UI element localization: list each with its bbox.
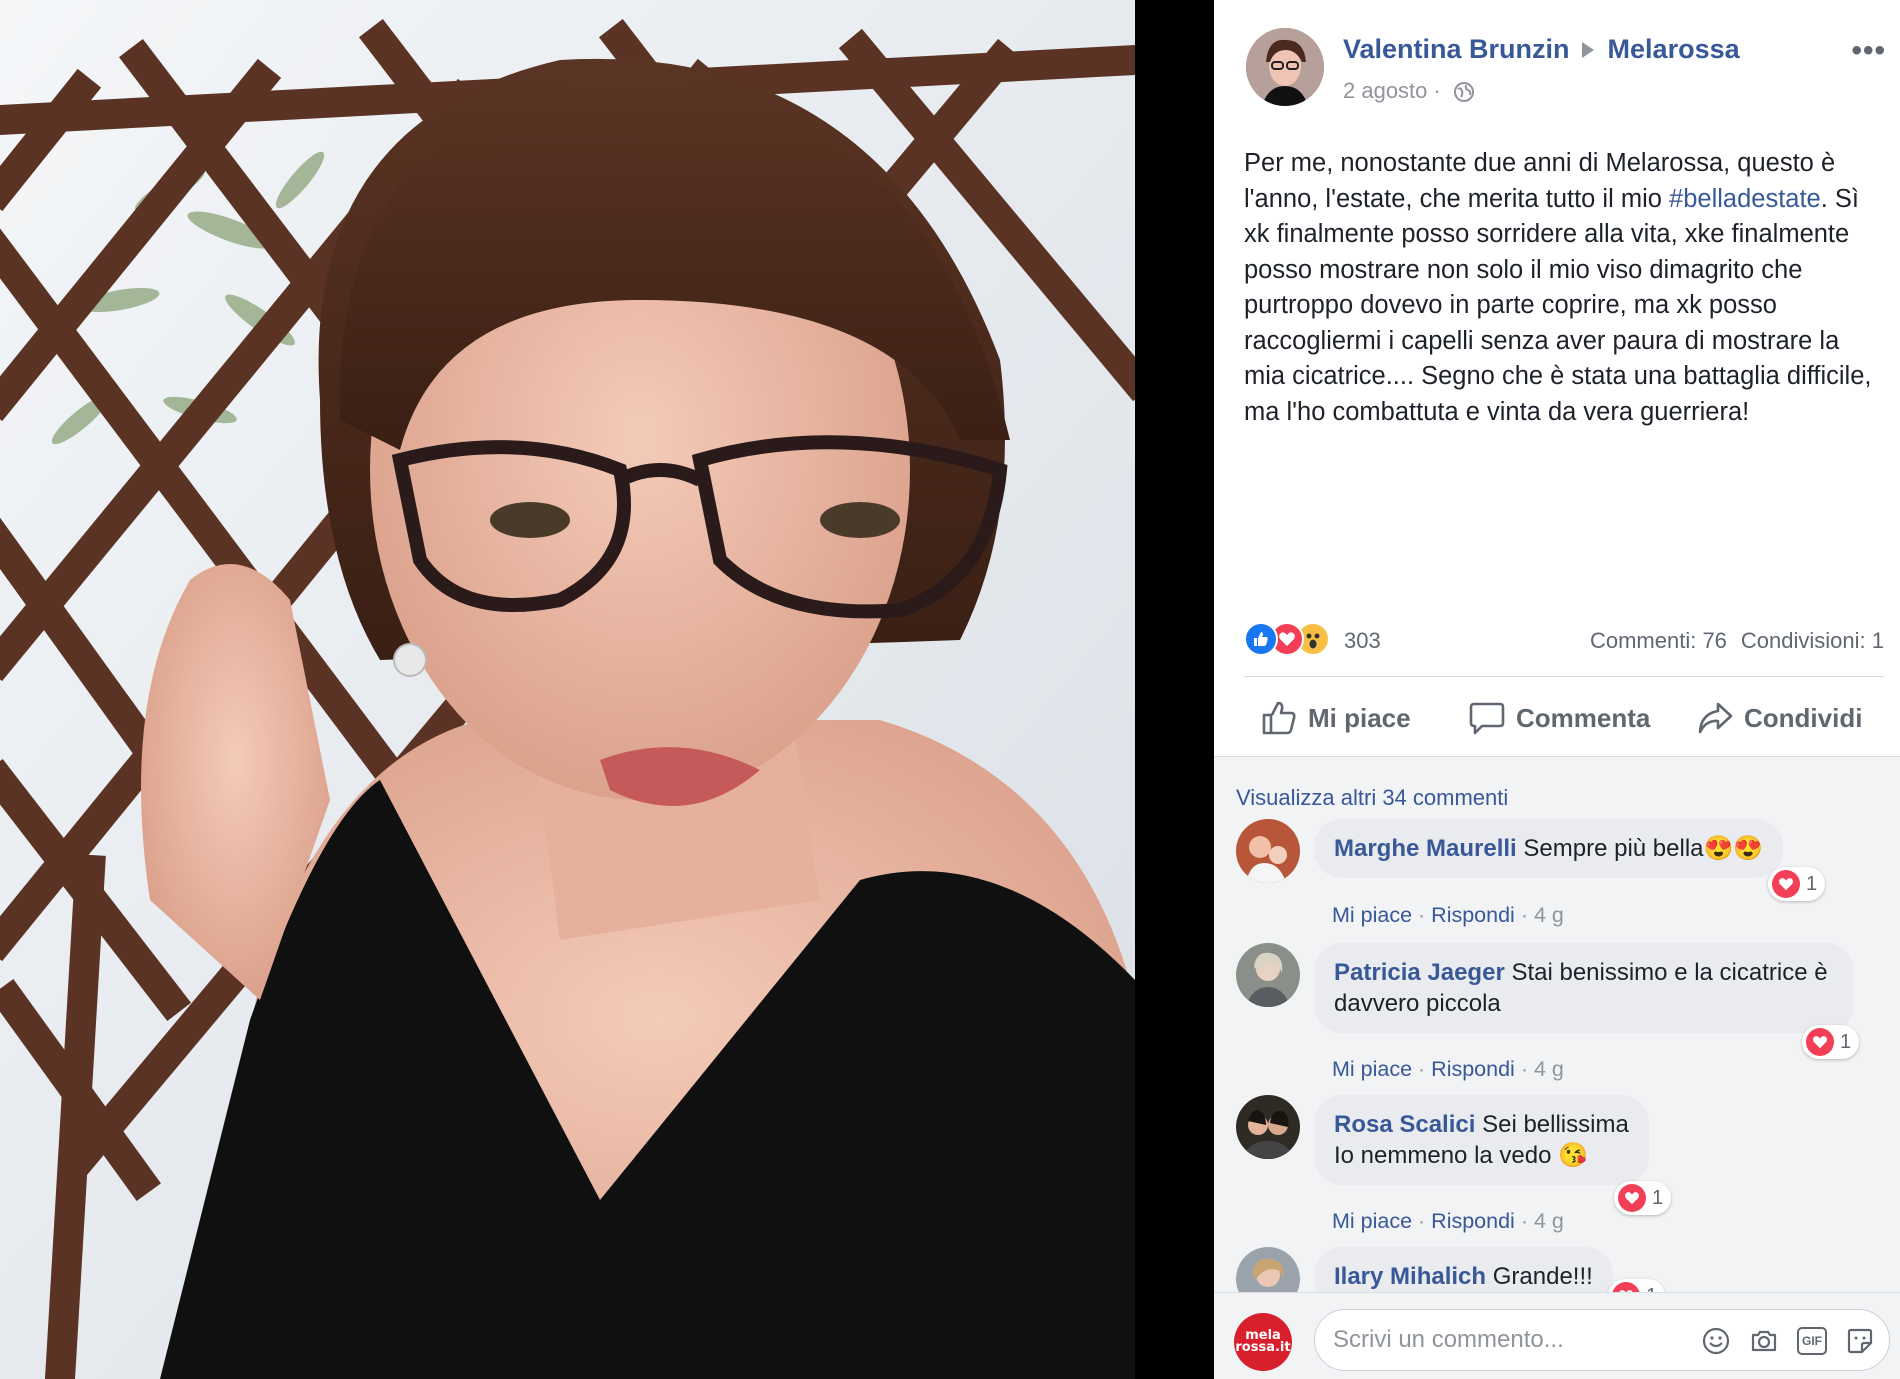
comment-bubble: Ilary Mihalich Grande!!! bbox=[1314, 1247, 1613, 1292]
heart-icon bbox=[1772, 870, 1800, 898]
commenter-name[interactable]: Rosa Scalici bbox=[1334, 1111, 1475, 1138]
kiss-emoji: 😘 bbox=[1558, 1142, 1589, 1169]
comment-text-line-2: Io nemmeno la vedo bbox=[1334, 1142, 1552, 1169]
comment-bubble: Marghe Maurelli Sempre più bella😍😍 bbox=[1314, 819, 1784, 878]
camera-icon bbox=[1751, 1330, 1777, 1352]
commenter-avatar[interactable] bbox=[1236, 1247, 1300, 1292]
commenter-avatar[interactable] bbox=[1236, 1095, 1300, 1159]
emoji-button[interactable] bbox=[1699, 1324, 1733, 1358]
comment-bubble: Patricia Jaeger Stai benissimo e la cica… bbox=[1314, 943, 1854, 1033]
comment-text: Grande!!! bbox=[1492, 1263, 1593, 1290]
heart-eyes-emoji: 😍😍 bbox=[1703, 835, 1764, 862]
photo-button[interactable] bbox=[1747, 1324, 1781, 1358]
comment-reaction-count: 1 bbox=[1652, 1186, 1664, 1209]
comment-reply-link[interactable]: Rispondi bbox=[1431, 1057, 1515, 1081]
comment-reaction-badge[interactable]: 1 bbox=[1614, 1181, 1672, 1215]
post-meta: 2 agosto · bbox=[1343, 78, 1475, 104]
comment-item: Ilary Mihalich Grande!!! 1 bbox=[1236, 1247, 1876, 1292]
reaction-count[interactable]: 303 bbox=[1344, 628, 1381, 654]
reaction-icons[interactable] bbox=[1244, 622, 1344, 658]
comment-like-link[interactable]: Mi piace bbox=[1332, 1209, 1412, 1233]
hashtag-link[interactable]: #belladestate bbox=[1669, 185, 1821, 213]
author-name[interactable]: Valentina Brunzin bbox=[1343, 34, 1570, 64]
like-button[interactable]: Mi piace bbox=[1260, 690, 1411, 746]
page-avatar[interactable]: mela rossa.it bbox=[1234, 1313, 1292, 1371]
comment-reply-link[interactable]: Rispondi bbox=[1431, 1209, 1515, 1233]
comment-like-link[interactable]: Mi piace bbox=[1332, 903, 1412, 927]
commenter-name[interactable]: Marghe Maurelli bbox=[1334, 835, 1517, 862]
post-header: Valentina Brunzin Melarossa 2 agosto · ••… bbox=[1246, 28, 1900, 108]
avatar-image bbox=[1246, 28, 1324, 106]
post-counts: Commenti: 76 Condivisioni: 1 bbox=[1590, 628, 1884, 654]
comment-meta: Mi piace · Rispondi · 4 g bbox=[1332, 1057, 1564, 1081]
comment-meta: Mi piace · Rispondi · 4 g bbox=[1332, 1209, 1564, 1233]
photo-image bbox=[0, 0, 1135, 1379]
share-arrow-icon bbox=[1698, 702, 1733, 734]
heart-icon bbox=[1618, 1184, 1646, 1212]
commenter-name[interactable]: Patricia Jaeger bbox=[1334, 959, 1505, 986]
comment-reply-link[interactable]: Rispondi bbox=[1431, 903, 1515, 927]
author-avatar[interactable] bbox=[1246, 28, 1324, 106]
comment-reaction-badge[interactable]: 1 bbox=[1608, 1279, 1666, 1293]
comment-time[interactable]: 4 g bbox=[1534, 1209, 1564, 1233]
comment-reaction-count: 1 bbox=[1806, 872, 1818, 895]
gif-button[interactable]: GIF bbox=[1795, 1324, 1829, 1358]
composer-tools: GIF bbox=[1685, 1324, 1877, 1358]
heart-icon bbox=[1612, 1282, 1640, 1292]
comment-count[interactable]: Commenti: 76 bbox=[1590, 628, 1727, 653]
comment-item: Marghe Maurelli Sempre più bella😍😍 1 Mi … bbox=[1236, 819, 1876, 929]
share-label: Condividi bbox=[1744, 702, 1863, 733]
comment-input-box[interactable]: GIF bbox=[1314, 1309, 1890, 1371]
comment-input[interactable] bbox=[1333, 1322, 1693, 1358]
comment-reaction-badge[interactable]: 1 bbox=[1768, 867, 1826, 901]
group-name[interactable]: Melarossa bbox=[1608, 34, 1740, 64]
thumbs-up-icon bbox=[1262, 701, 1296, 735]
comment-like-link[interactable]: Mi piace bbox=[1332, 1057, 1412, 1081]
speech-bubble-icon bbox=[1469, 702, 1505, 735]
comment-button[interactable]: Commenta bbox=[1468, 690, 1650, 746]
view-more-comments-link[interactable]: Visualizza altri 34 commenti bbox=[1236, 785, 1508, 811]
comment-time[interactable]: 4 g bbox=[1534, 903, 1564, 927]
globe-icon bbox=[1453, 82, 1474, 103]
comment-text: Sei bellissima bbox=[1482, 1111, 1629, 1138]
action-bar: Mi piace Commenta Condividi bbox=[1244, 690, 1884, 746]
share-button[interactable]: Condividi bbox=[1696, 690, 1862, 746]
commenter-avatar[interactable] bbox=[1236, 819, 1300, 883]
post-text: Per me, nonostante due anni di Melarossa… bbox=[1244, 146, 1884, 430]
gif-icon: GIF bbox=[1797, 1327, 1827, 1355]
comment-item: Patricia Jaeger Stai benissimo e la cica… bbox=[1236, 943, 1876, 1083]
post-panel: Valentina Brunzin Melarossa 2 agosto · ••… bbox=[1214, 0, 1900, 1379]
heart-icon bbox=[1806, 1028, 1834, 1056]
reactions-row: 303 Commenti: 76 Condivisioni: 1 bbox=[1244, 622, 1884, 662]
smiley-icon bbox=[1702, 1327, 1730, 1355]
comment-time[interactable]: 4 g bbox=[1534, 1057, 1564, 1081]
comment-meta: Mi piace · Rispondi · 4 g bbox=[1332, 903, 1564, 927]
meta-separator: · bbox=[1427, 78, 1447, 103]
comment-bubble: Rosa Scalici Sei bellissima Io nemmeno l… bbox=[1314, 1095, 1649, 1185]
comments-section: Visualizza altri 34 commenti Marghe Maur… bbox=[1214, 757, 1900, 1292]
comment-text: Sempre più bella bbox=[1523, 835, 1704, 862]
post-photo[interactable] bbox=[0, 0, 1135, 1379]
comment-reaction-count: 1 bbox=[1840, 1030, 1852, 1053]
comment-composer: mela rossa.it GIF bbox=[1214, 1292, 1900, 1379]
post-text-part-2: . Sì xk finalmente posso sorridere alla … bbox=[1244, 184, 1872, 426]
comment-label: Commenta bbox=[1516, 702, 1651, 733]
comment-item: Rosa Scalici Sei bellissima Io nemmeno l… bbox=[1236, 1095, 1876, 1235]
commenter-avatar[interactable] bbox=[1236, 943, 1300, 1007]
like-label: Mi piace bbox=[1308, 702, 1411, 733]
commenter-name[interactable]: Ilary Mihalich bbox=[1334, 1263, 1486, 1290]
sticker-icon bbox=[1847, 1328, 1873, 1354]
share-count[interactable]: Condivisioni: 1 bbox=[1741, 628, 1884, 653]
comment-reaction-count: 1 bbox=[1646, 1285, 1657, 1293]
divider bbox=[1244, 676, 1884, 677]
triangle-right-icon bbox=[1581, 41, 1594, 58]
sticker-button[interactable] bbox=[1843, 1324, 1877, 1358]
post-date[interactable]: 2 agosto bbox=[1343, 78, 1427, 103]
author-line: Valentina Brunzin Melarossa bbox=[1343, 34, 1740, 65]
comment-reaction-badge[interactable]: 1 bbox=[1802, 1025, 1860, 1059]
more-options-button[interactable]: ••• bbox=[1851, 36, 1886, 66]
like-reaction-icon bbox=[1244, 622, 1278, 656]
